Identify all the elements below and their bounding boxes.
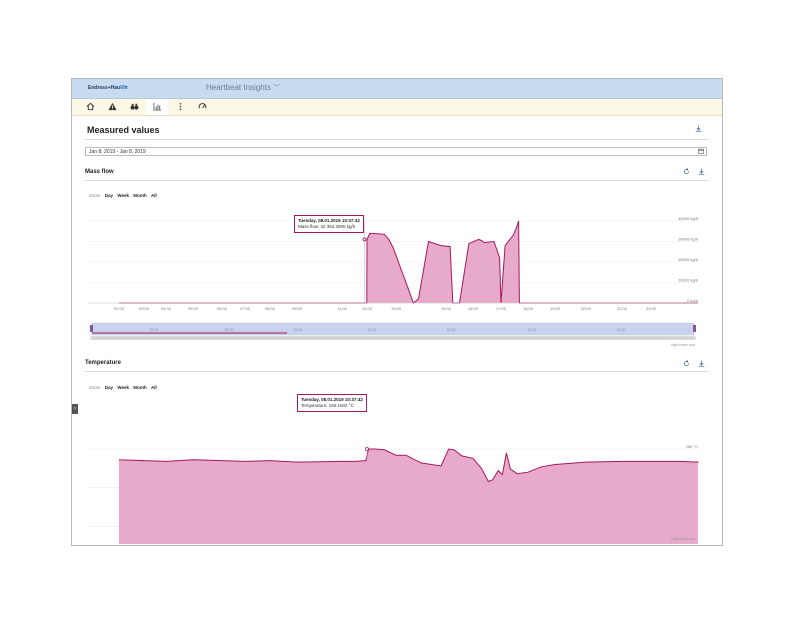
side-panel-toggle[interactable]: ›	[72, 404, 78, 414]
x-tick-label: 22:00	[617, 306, 628, 311]
icon-toolbar	[72, 99, 722, 116]
calendar-icon[interactable]	[698, 148, 704, 158]
download-icon[interactable]	[698, 168, 705, 177]
mass-flow-chart[interactable]: 40000 kg/h 30000 kg/h 20000 kg/h 10000 kg/h…	[72, 199, 722, 359]
date-range-field[interactable]: Jan 8, 2019 - Jan 8, 2019	[85, 147, 707, 156]
x-tick-label: 07:00	[240, 306, 251, 311]
page-title: Measured values	[87, 125, 160, 135]
top-bar: Endress+Hauser Heartbeat Insights ﹀	[72, 79, 722, 99]
mass-flow-tooltip: Tuesday, 08.01.2019 10:37:42 Mass flow: …	[294, 215, 364, 233]
x-tick-label: 04:00	[161, 306, 172, 311]
navigator-handle-left	[90, 325, 93, 332]
scrollbar-thumb	[92, 336, 694, 340]
x-tick-label: 13:00	[391, 306, 402, 311]
mass-flow-title: Mass flow	[85, 169, 114, 175]
navigator-tick-label: 15:00	[447, 328, 456, 332]
x-tick-label: 11:00	[337, 306, 347, 311]
navigator-tick-label: 18:00	[528, 328, 537, 332]
x-tick-label: 08:00	[265, 306, 276, 311]
x-tick-label: 17:00	[496, 306, 507, 311]
app-title: Heartbeat Insights	[206, 83, 271, 92]
download-icon[interactable]	[698, 360, 705, 369]
divider	[85, 139, 709, 140]
date-range-value: Jan 8, 2019 - Jan 8, 2019	[89, 149, 146, 155]
y-tick-label: 30000 kg/h	[678, 237, 698, 242]
navigator-tick-label: 09:00	[294, 328, 303, 332]
divider	[85, 180, 709, 181]
x-tick-label: 18:00	[523, 306, 534, 311]
tooltip-title: Tuesday, 08.01.2019 10:37:42	[298, 218, 360, 223]
chevron-down-icon: ﹀	[272, 85, 280, 92]
binoculars-icon[interactable]	[123, 99, 145, 115]
x-tick-label: 06:00	[217, 306, 228, 311]
temperature-title: Temperature	[85, 360, 121, 366]
app-window: Endress+Hauser Heartbeat Insights ﹀ Measu…	[71, 78, 723, 546]
hover-point	[362, 237, 367, 242]
zoom-label: Zoom	[89, 193, 101, 198]
reset-zoom-icon[interactable]	[683, 360, 690, 369]
series-area	[119, 449, 698, 544]
x-tick-label: 15:00	[441, 306, 452, 311]
x-tick-label: 03:00	[139, 306, 150, 311]
x-tick-label: 19:00	[550, 306, 561, 311]
chart-credit: Highcharts.com	[671, 537, 696, 541]
y-tick-label: 40000 kg/h	[678, 216, 698, 221]
app-title-menu[interactable]: Heartbeat Insights ﹀	[206, 83, 280, 93]
x-tick-label: 05:00	[188, 306, 199, 311]
tooltip-value: Temperature: 150.1602 °C	[301, 403, 354, 408]
tooltip-title: Tuesday, 08.01.2019 10:37:42	[301, 397, 363, 402]
y-tick-label: 150 °C	[686, 444, 698, 449]
chart-credit: Highcharts.com	[671, 343, 696, 347]
x-tick-label: 16:00	[468, 306, 479, 311]
tooltip-value: Mass flow: 32 352.2900 kg/h	[298, 224, 356, 229]
zoom-week-button[interactable]: Week	[117, 193, 129, 198]
y-tick-label: 10000 kg/h	[678, 278, 698, 283]
x-tick-label: 02:00	[114, 306, 125, 311]
home-icon[interactable]	[79, 99, 101, 115]
x-tick-label: 23:00	[646, 306, 657, 311]
navigator-tick-label: 21:00	[617, 328, 626, 332]
temperature-chart[interactable]: 150 °C100 °C50 °C0 °C02:0003:0004:0005:0…	[72, 389, 722, 544]
divider	[85, 371, 709, 372]
y-tick-label: 20000 kg/h	[678, 257, 698, 262]
gauge-icon[interactable]	[191, 99, 213, 115]
temperature-tooltip: Tuesday, 08.01.2019 10:37:42 Temperature…	[297, 394, 367, 412]
brand-badge-icon	[120, 85, 126, 89]
more-vertical-icon[interactable]	[169, 99, 191, 115]
reset-zoom-icon[interactable]	[683, 168, 690, 177]
x-tick-label: 12:00	[362, 306, 373, 311]
warning-icon[interactable]	[101, 99, 123, 115]
hover-point	[365, 447, 369, 451]
zoom-day-button[interactable]: Day	[105, 193, 113, 198]
chart-icon[interactable]	[146, 99, 168, 115]
download-icon[interactable]	[695, 125, 702, 134]
navigator-handle-right	[693, 325, 696, 332]
zoom-month-button[interactable]: Month	[133, 193, 147, 198]
navigator-tick-label: 12:00	[368, 328, 377, 332]
navigator-tick-label: 06:00	[225, 328, 234, 332]
x-tick-label: 09:00	[292, 306, 303, 311]
chevron-right-icon: ›	[74, 406, 76, 412]
y-tick-label: 0 kg/h	[687, 298, 698, 303]
x-tick-label: 20:00	[581, 306, 592, 311]
navigator-tick-label: 03:00	[150, 328, 159, 332]
zoom-selector-mass-flow: Zoom Day Week Month All	[89, 193, 157, 198]
zoom-all-button[interactable]: All	[151, 193, 157, 198]
